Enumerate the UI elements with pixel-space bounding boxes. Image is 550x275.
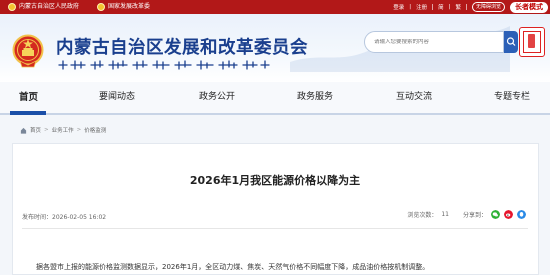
- search-box: [364, 31, 504, 53]
- simplified-link[interactable]: 简: [438, 3, 444, 11]
- divider: [432, 4, 434, 10]
- top-actions: 登录 | 注册 简 | 繁 无障碍浏览 长者模式: [393, 0, 548, 14]
- article-panel: [12, 143, 539, 275]
- article-title: 2026年1月我区能源价格以降为主: [189, 174, 361, 187]
- article-stats: 浏览次数： 11 分享到：: [407, 210, 526, 219]
- breadcrumb-separator: >: [44, 127, 49, 133]
- meta-divider: [22, 228, 528, 229]
- main-nav: [0, 82, 550, 115]
- seal-logo: [519, 27, 545, 57]
- seal-mark: [528, 34, 535, 48]
- emblem-mini-icon: [97, 3, 106, 11]
- wechat-icon[interactable]: [491, 210, 500, 219]
- divider: [465, 4, 467, 10]
- state-commission-link[interactable]: 国家发展改革委: [97, 0, 150, 14]
- state-commission-link-label: 国家发展改革委: [108, 3, 151, 10]
- top-links: 内蒙古自治区人民政府 国家发展改革委: [8, 0, 150, 14]
- gov-link-label: 内蒙古自治区人民政府: [19, 3, 80, 10]
- nav-item-special-topics[interactable]: 专题专栏: [494, 82, 530, 113]
- nav-item-home[interactable]: 首页: [19, 82, 38, 113]
- accessibility-button[interactable]: 无障碍浏览: [471, 2, 505, 12]
- nav-item-news[interactable]: 要闻动态: [99, 82, 135, 113]
- nav-item-interaction[interactable]: 互动交流: [396, 82, 432, 113]
- weibo-icon[interactable]: [504, 210, 513, 219]
- breadcrumb-business[interactable]: 业务工作: [52, 126, 74, 134]
- slash-sep: |: [409, 4, 412, 10]
- home-icon: [20, 127, 27, 134]
- breadcrumb-price-monitoring[interactable]: 价格监测: [84, 126, 106, 134]
- views-label: 浏览次数：: [407, 212, 438, 219]
- emblem-mini-icon: [8, 3, 16, 11]
- slash-sep: |: [448, 4, 451, 10]
- top-utility-bar: 内蒙古自治区人民政府 国家发展改革委 登录 | 注册 简 | 繁 无障碍浏览 长…: [0, 0, 550, 14]
- mongolian-title-logo: [58, 60, 270, 70]
- article-body-paragraph: 据各盟市上报的能源价格监测数据显示，2026年1月，全区动力煤、焦炭、天然气价格…: [36, 263, 430, 271]
- traditional-link[interactable]: 繁: [455, 3, 461, 11]
- breadcrumb-separator: >: [76, 127, 82, 133]
- publish-label: 发布时间：: [22, 214, 53, 221]
- breadcrumb: 首页 > 业务工作 > 价格监测: [20, 126, 106, 134]
- search-icon: [506, 37, 516, 46]
- gov-link[interactable]: 内蒙古自治区人民政府: [8, 0, 79, 14]
- national-emblem-icon: [12, 34, 44, 68]
- breadcrumb-home[interactable]: 首页: [30, 126, 41, 134]
- publish-time: 2026-02-05 16:02: [52, 214, 107, 221]
- qq-icon[interactable]: [517, 210, 526, 219]
- share-label: 分享到：: [462, 212, 487, 219]
- nav-item-gov-services[interactable]: 政务服务: [297, 82, 333, 113]
- register-link[interactable]: 注册: [416, 3, 427, 11]
- search-input[interactable]: [374, 39, 503, 45]
- views-count: 11: [441, 211, 449, 218]
- publish-meta: 发布时间：2026-02-05 16:02: [22, 212, 106, 221]
- elder-mode-button[interactable]: 长者模式: [510, 1, 548, 13]
- search-button[interactable]: [504, 31, 518, 53]
- login-link[interactable]: 登录: [393, 3, 404, 11]
- site-title[interactable]: 内蒙古自治区发展和改革委员会: [56, 34, 308, 59]
- nav-item-gov-affairs[interactable]: 政务公开: [199, 82, 235, 113]
